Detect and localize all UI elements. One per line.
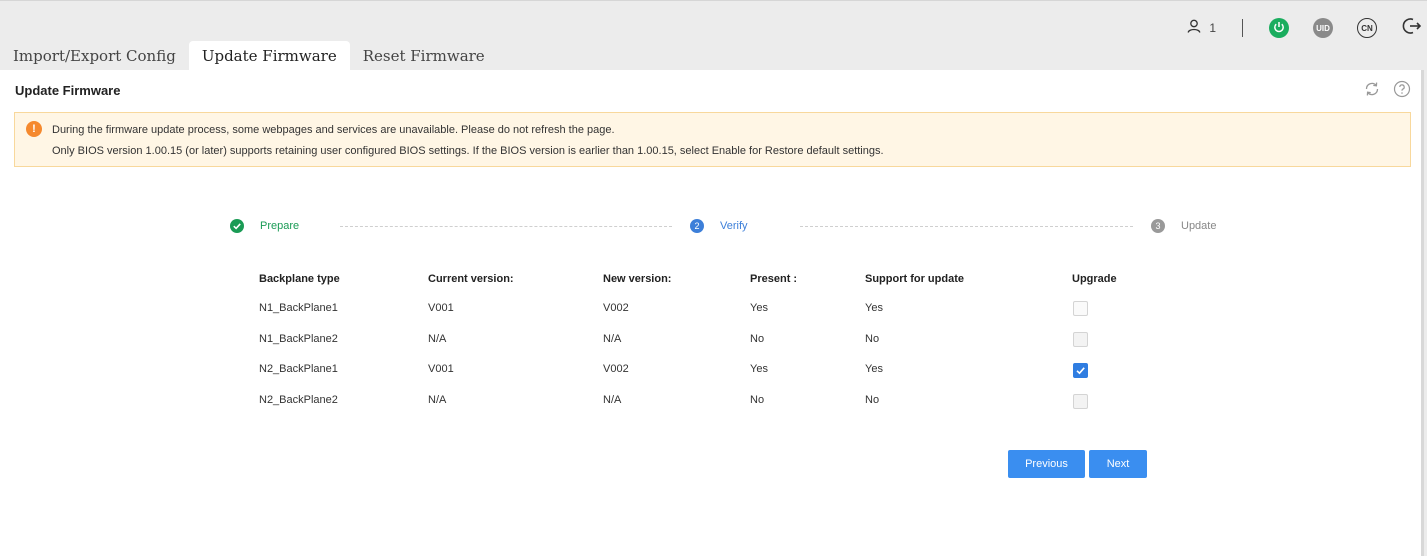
power-icon [1273,21,1285,35]
column-header: Current version: [428,273,514,285]
step-connector [340,226,672,227]
firmware-warning-notice: ! During the firmware update process, so… [14,112,1411,167]
table-cell: No [750,394,765,406]
config-tabs: Import/Export Config Update Firmware Res… [0,41,498,71]
table-cell: V002 [603,363,629,375]
notice-line-1: During the firmware update process, some… [52,124,615,136]
step-label: Verify [720,220,748,232]
uid-icon: UID [1316,23,1330,33]
table-cell: No [865,333,880,345]
table-cell: No [865,394,880,406]
step-prepare: Prepare [230,219,299,233]
step-number: 3 [1151,219,1165,233]
table-cell: Yes [865,302,883,314]
logout-button[interactable] [1401,16,1422,41]
tab-update-firmware[interactable]: Update Firmware [188,41,350,71]
warning-icon: ! [26,121,42,137]
column-header: Backplane type [259,273,340,285]
table-cell: V001 [428,302,454,314]
refresh-icon[interactable] [1351,80,1381,103]
column-header: New version: [603,273,672,285]
uid-button[interactable]: UID [1313,18,1333,38]
user-icon [1187,19,1201,38]
table-cell: N/A [428,333,447,345]
column-header: Present : [750,273,798,285]
top-actions: 1 UID CN [1187,16,1427,40]
user-count: 1 [1209,21,1216,35]
step-verify: 2 Verify [690,219,748,233]
notice-line-2: Only BIOS version 1.00.15 (or later) sup… [52,145,884,157]
table-cell: N/A [603,333,622,345]
page-title: Update Firmware [15,83,121,98]
column-header: Upgrade [1072,273,1117,285]
table-cell: Yes [865,363,883,375]
help-icon[interactable] [1381,80,1411,103]
update-firmware-panel: Update Firmware ! During the firmware up… [0,70,1424,556]
header-separator [1242,19,1243,37]
table-cell: N/A [428,394,447,406]
table-cell: N/A [603,394,622,406]
step-connector [800,226,1133,227]
table-cell: N1_BackPlane2 [259,333,338,345]
table-cell: N1_BackPlane1 [259,302,338,314]
upgrade-checkbox[interactable] [1073,363,1088,378]
upgrade-checkbox[interactable] [1073,301,1088,316]
previous-button[interactable]: Previous [1008,450,1085,478]
next-button[interactable]: Next [1089,450,1147,478]
tab-reset-firmware[interactable]: Reset Firmware [350,41,498,71]
table-cell: No [750,333,765,345]
table-cell: Yes [750,363,768,375]
step-number: 2 [690,219,704,233]
upgrade-checkbox [1073,394,1088,409]
table-cell: N2_BackPlane2 [259,394,338,406]
language-button[interactable]: CN [1357,18,1377,38]
step-update: 3 Update [1151,219,1216,233]
upgrade-checkbox [1073,332,1088,347]
column-header: Support for update [865,273,964,285]
table-cell: Yes [750,302,768,314]
table-cell: V002 [603,302,629,314]
check-icon [1076,367,1085,375]
language-icon: CN [1361,23,1373,33]
logout-icon [1401,16,1422,41]
step-label: Prepare [260,220,300,232]
update-steps: Prepare 2 Verify 3 Update [0,218,1424,238]
top-bar: 1 UID CN Import/Export Config Update Fir… [0,0,1427,71]
power-button[interactable] [1269,18,1289,38]
user-menu[interactable]: 1 [1187,19,1216,38]
panel-icons [1351,80,1411,103]
tab-import-export-config[interactable]: Import/Export Config [0,41,189,71]
step-label: Update [1181,220,1217,232]
table-cell: V001 [428,363,454,375]
table-cell: N2_BackPlane1 [259,363,338,375]
check-circle-icon [230,219,244,233]
